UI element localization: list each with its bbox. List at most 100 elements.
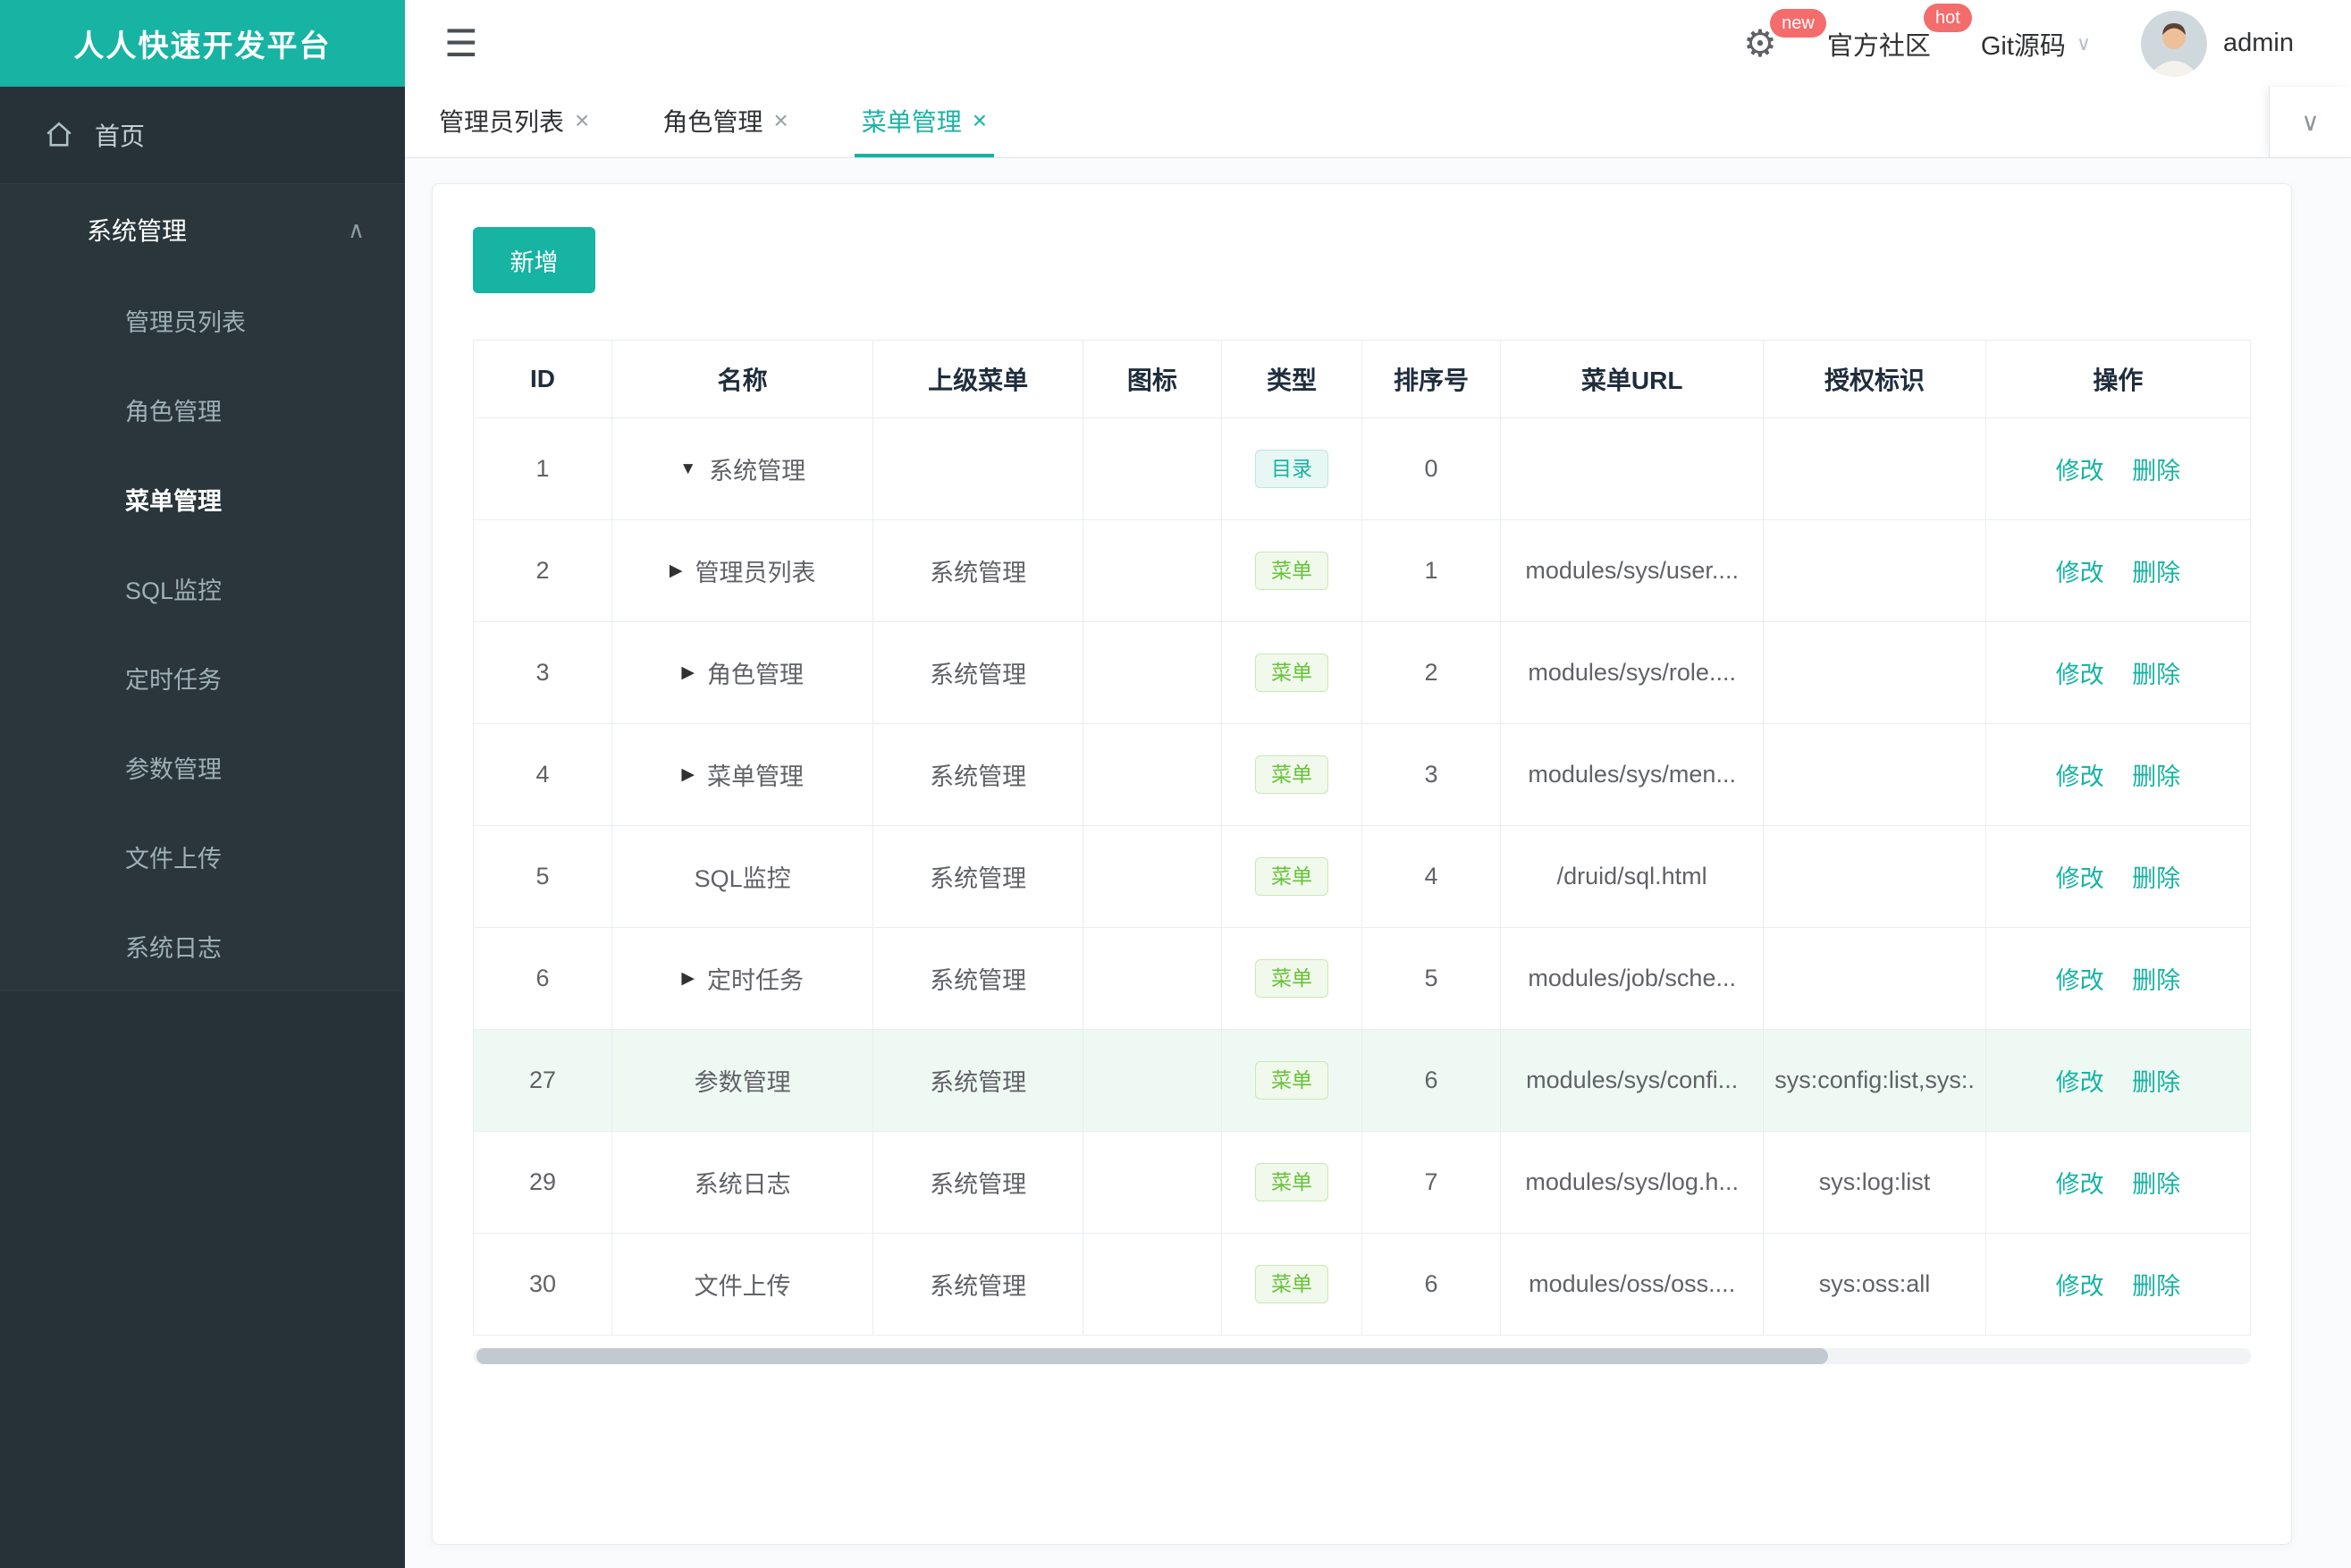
edit-link[interactable]: 修改 (2056, 967, 2104, 994)
tree-toggle-icon[interactable]: ▶ (681, 662, 695, 683)
brand-title: 人人快速开发平台 (0, 0, 405, 87)
top-bar: ☰ ⚙ new 官方社区 hot Git源码 ∨ admin (405, 0, 2351, 87)
tab-role-mgmt[interactable]: 角色管理 × (655, 87, 795, 157)
tree-toggle-icon[interactable]: ▶ (681, 764, 695, 785)
delete-link[interactable]: 删除 (2132, 458, 2180, 485)
table-row[interactable]: 4 ▶ 菜单管理 系统管理 菜单 3 modules/sys/men... 修改… (472, 723, 2252, 826)
scrollbar-thumb[interactable] (476, 1348, 1828, 1364)
table-row[interactable]: 2 ▶ 管理员列表 系统管理 菜单 1 modules/sys/user....… (472, 519, 2252, 622)
table-row[interactable]: 6 ▶ 定时任务 系统管理 菜单 5 modules/job/sche... 修… (472, 927, 2252, 1030)
type-badge: 菜单 (1254, 857, 1328, 896)
sidebar-item-param-mgmt[interactable]: 参数管理 (0, 722, 405, 812)
settings-gear-button[interactable]: ⚙ new (1743, 8, 1826, 63)
user-menu[interactable]: admin (2141, 10, 2294, 77)
type-badge: 菜单 (1254, 755, 1328, 794)
cell-id: 6 (472, 927, 613, 1030)
table-row[interactable]: 3 ▶ 角色管理 系统管理 菜单 2 modules/sys/role.... … (472, 621, 2252, 724)
cell-type: 菜单 (1220, 1233, 1362, 1336)
cell-icon (1082, 1131, 1222, 1234)
sidebar-item-file-upload[interactable]: 文件上传 (0, 812, 405, 901)
edit-link[interactable]: 修改 (2056, 763, 2104, 790)
sidebar-item-admin-list[interactable]: 管理员列表 (0, 275, 405, 365)
delete-link[interactable]: 删除 (2132, 1069, 2180, 1096)
close-icon[interactable]: × (773, 107, 788, 133)
delete-link[interactable]: 删除 (2132, 967, 2180, 994)
cell-type: 菜单 (1220, 825, 1362, 928)
table-row[interactable]: 29 系统日志 系统管理 菜单 7 modules/sys/log.h... s… (472, 1131, 2252, 1234)
sidebar-item-home[interactable]: 首页 (0, 87, 405, 183)
tree-toggle-icon[interactable]: ▼ (679, 459, 696, 479)
edit-link[interactable]: 修改 (2056, 560, 2104, 586)
edit-link[interactable]: 修改 (2056, 1171, 2104, 1198)
col-url: 菜单URL (1500, 340, 1765, 418)
content-card: 新增 ID 名称 上级菜单 图标 类型 排序号 菜单URL 授权标识 操作 1 … (432, 183, 2292, 1545)
topbar-right-group: ⚙ new 官方社区 hot Git源码 ∨ admin (1743, 3, 2294, 77)
avatar (2141, 10, 2207, 77)
cell-name: ▶ 菜单管理 (611, 723, 874, 826)
tree-toggle-icon[interactable]: ▶ (670, 561, 683, 581)
edit-link[interactable]: 修改 (2056, 1069, 2104, 1096)
cell-parent: 系统管理 (872, 1131, 1083, 1234)
edit-link[interactable]: 修改 (2056, 458, 2104, 485)
chevron-down-icon: ∨ (2301, 108, 2320, 136)
cell-id: 3 (472, 621, 613, 724)
type-badge: 菜单 (1254, 653, 1328, 692)
sidebar: 人人快速开发平台 首页 系统管理 ∧ 管理员列表 角色管理 菜单管理 SQL监控… (0, 0, 405, 1568)
delete-link[interactable]: 删除 (2132, 865, 2180, 892)
col-icon: 图标 (1082, 340, 1222, 418)
table-row[interactable]: 27 参数管理 系统管理 菜单 6 modules/sys/confi... s… (472, 1029, 2252, 1132)
cell-actions: 修改 删除 (1984, 519, 2252, 622)
cell-parent: 系统管理 (872, 519, 1083, 622)
delete-link[interactable]: 删除 (2132, 1273, 2180, 1300)
table-row[interactable]: 1 ▼ 系统管理 目录 0 修改 删除 (472, 417, 2252, 520)
cell-auth: sys:oss:all (1763, 1233, 1986, 1336)
delete-link[interactable]: 删除 (2132, 560, 2180, 586)
cell-order: 4 (1361, 825, 1502, 928)
edit-link[interactable]: 修改 (2056, 865, 2104, 892)
edit-link[interactable]: 修改 (2056, 662, 2104, 688)
git-source-dropdown[interactable]: Git源码 ∨ (1981, 25, 2091, 63)
hamburger-icon[interactable]: ☰ (444, 24, 478, 63)
tab-label: 角色管理 (662, 107, 763, 136)
cell-auth (1763, 519, 1986, 622)
delete-link[interactable]: 删除 (2132, 1171, 2180, 1198)
type-badge: 菜单 (1254, 552, 1328, 590)
cell-actions: 修改 删除 (1984, 1233, 2252, 1336)
table-row[interactable]: 5 SQL监控 系统管理 菜单 4 /druid/sql.html 修改 删除 (472, 825, 2252, 928)
sidebar-item-menu-mgmt[interactable]: 菜单管理 (0, 454, 405, 544)
cell-url: modules/job/sche... (1500, 927, 1765, 1030)
tabs-overflow-button[interactable]: ∨ (2269, 87, 2351, 157)
tab-admin-list[interactable]: 管理员列表 × (432, 87, 596, 157)
table-row[interactable]: 30 文件上传 系统管理 菜单 6 modules/oss/oss.... sy… (472, 1233, 2252, 1336)
sidebar-section-toggle[interactable]: 系统管理 ∧ (0, 184, 405, 275)
cell-icon (1082, 1029, 1222, 1132)
tab-menu-mgmt[interactable]: 菜单管理 × (854, 87, 995, 157)
sidebar-item-sql-monitor[interactable]: SQL监控 (0, 544, 405, 633)
community-link[interactable]: 官方社区 hot (1826, 3, 1972, 63)
cell-icon (1082, 1233, 1222, 1336)
sidebar-item-scheduled-jobs[interactable]: 定时任务 (0, 633, 405, 722)
sidebar-item-system-log[interactable]: 系统日志 (0, 901, 405, 991)
cell-url: modules/oss/oss.... (1500, 1233, 1765, 1336)
horizontal-scrollbar[interactable] (473, 1348, 2251, 1364)
delete-link[interactable]: 删除 (2132, 662, 2180, 688)
edit-link[interactable]: 修改 (2056, 1273, 2104, 1300)
cell-url: /druid/sql.html (1500, 825, 1765, 928)
chevron-up-icon: ∧ (347, 215, 365, 243)
tree-toggle-icon[interactable]: ▶ (681, 968, 695, 989)
add-button[interactable]: 新增 (473, 227, 595, 293)
cell-type: 菜单 (1220, 723, 1362, 826)
close-icon[interactable]: × (575, 107, 589, 133)
col-id: ID (472, 340, 613, 418)
cell-type: 菜单 (1220, 621, 1362, 724)
cell-actions: 修改 删除 (1984, 621, 2252, 724)
community-label: 官方社区 (1826, 31, 1931, 61)
close-icon[interactable]: × (973, 107, 987, 133)
cell-order: 5 (1361, 927, 1502, 1030)
hot-badge: hot (1924, 3, 1972, 32)
cell-icon (1082, 825, 1222, 928)
sidebar-item-role-mgmt[interactable]: 角色管理 (0, 365, 405, 454)
cell-name: SQL监控 (611, 825, 874, 928)
delete-link[interactable]: 删除 (2132, 763, 2180, 790)
cell-order: 1 (1361, 519, 1502, 622)
